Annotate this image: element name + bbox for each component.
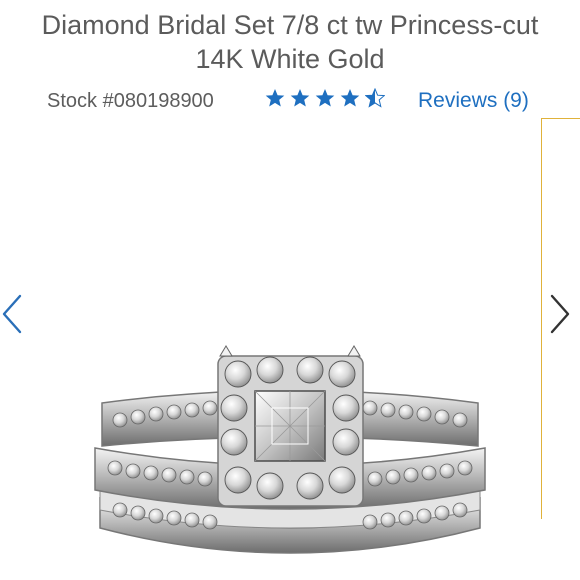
product-image-gallery[interactable] — [0, 118, 580, 580]
product-title-line1: Diamond Bridal Set 7/8 ct tw Princess-cu… — [41, 10, 539, 40]
reviews-link[interactable]: Reviews (9) — [418, 89, 529, 113]
star-icon — [315, 89, 335, 107]
chevron-right-icon[interactable] — [546, 290, 572, 338]
star-rating[interactable] — [265, 88, 385, 108]
chevron-left-icon[interactable] — [0, 290, 26, 338]
product-title-line2: 14K White Gold — [195, 44, 385, 74]
star-icon — [340, 89, 360, 107]
stock-number: Stock #080198900 — [47, 90, 214, 112]
half-star-icon — [365, 88, 385, 108]
star-icon — [265, 89, 285, 107]
product-title: Diamond Bridal Set 7/8 ct tw Princess-cu… — [0, 8, 580, 76]
ring-product-image — [94, 345, 486, 554]
star-icon — [290, 89, 310, 107]
product-meta-row: Stock #080198900 Reviews (9) — [0, 86, 580, 118]
